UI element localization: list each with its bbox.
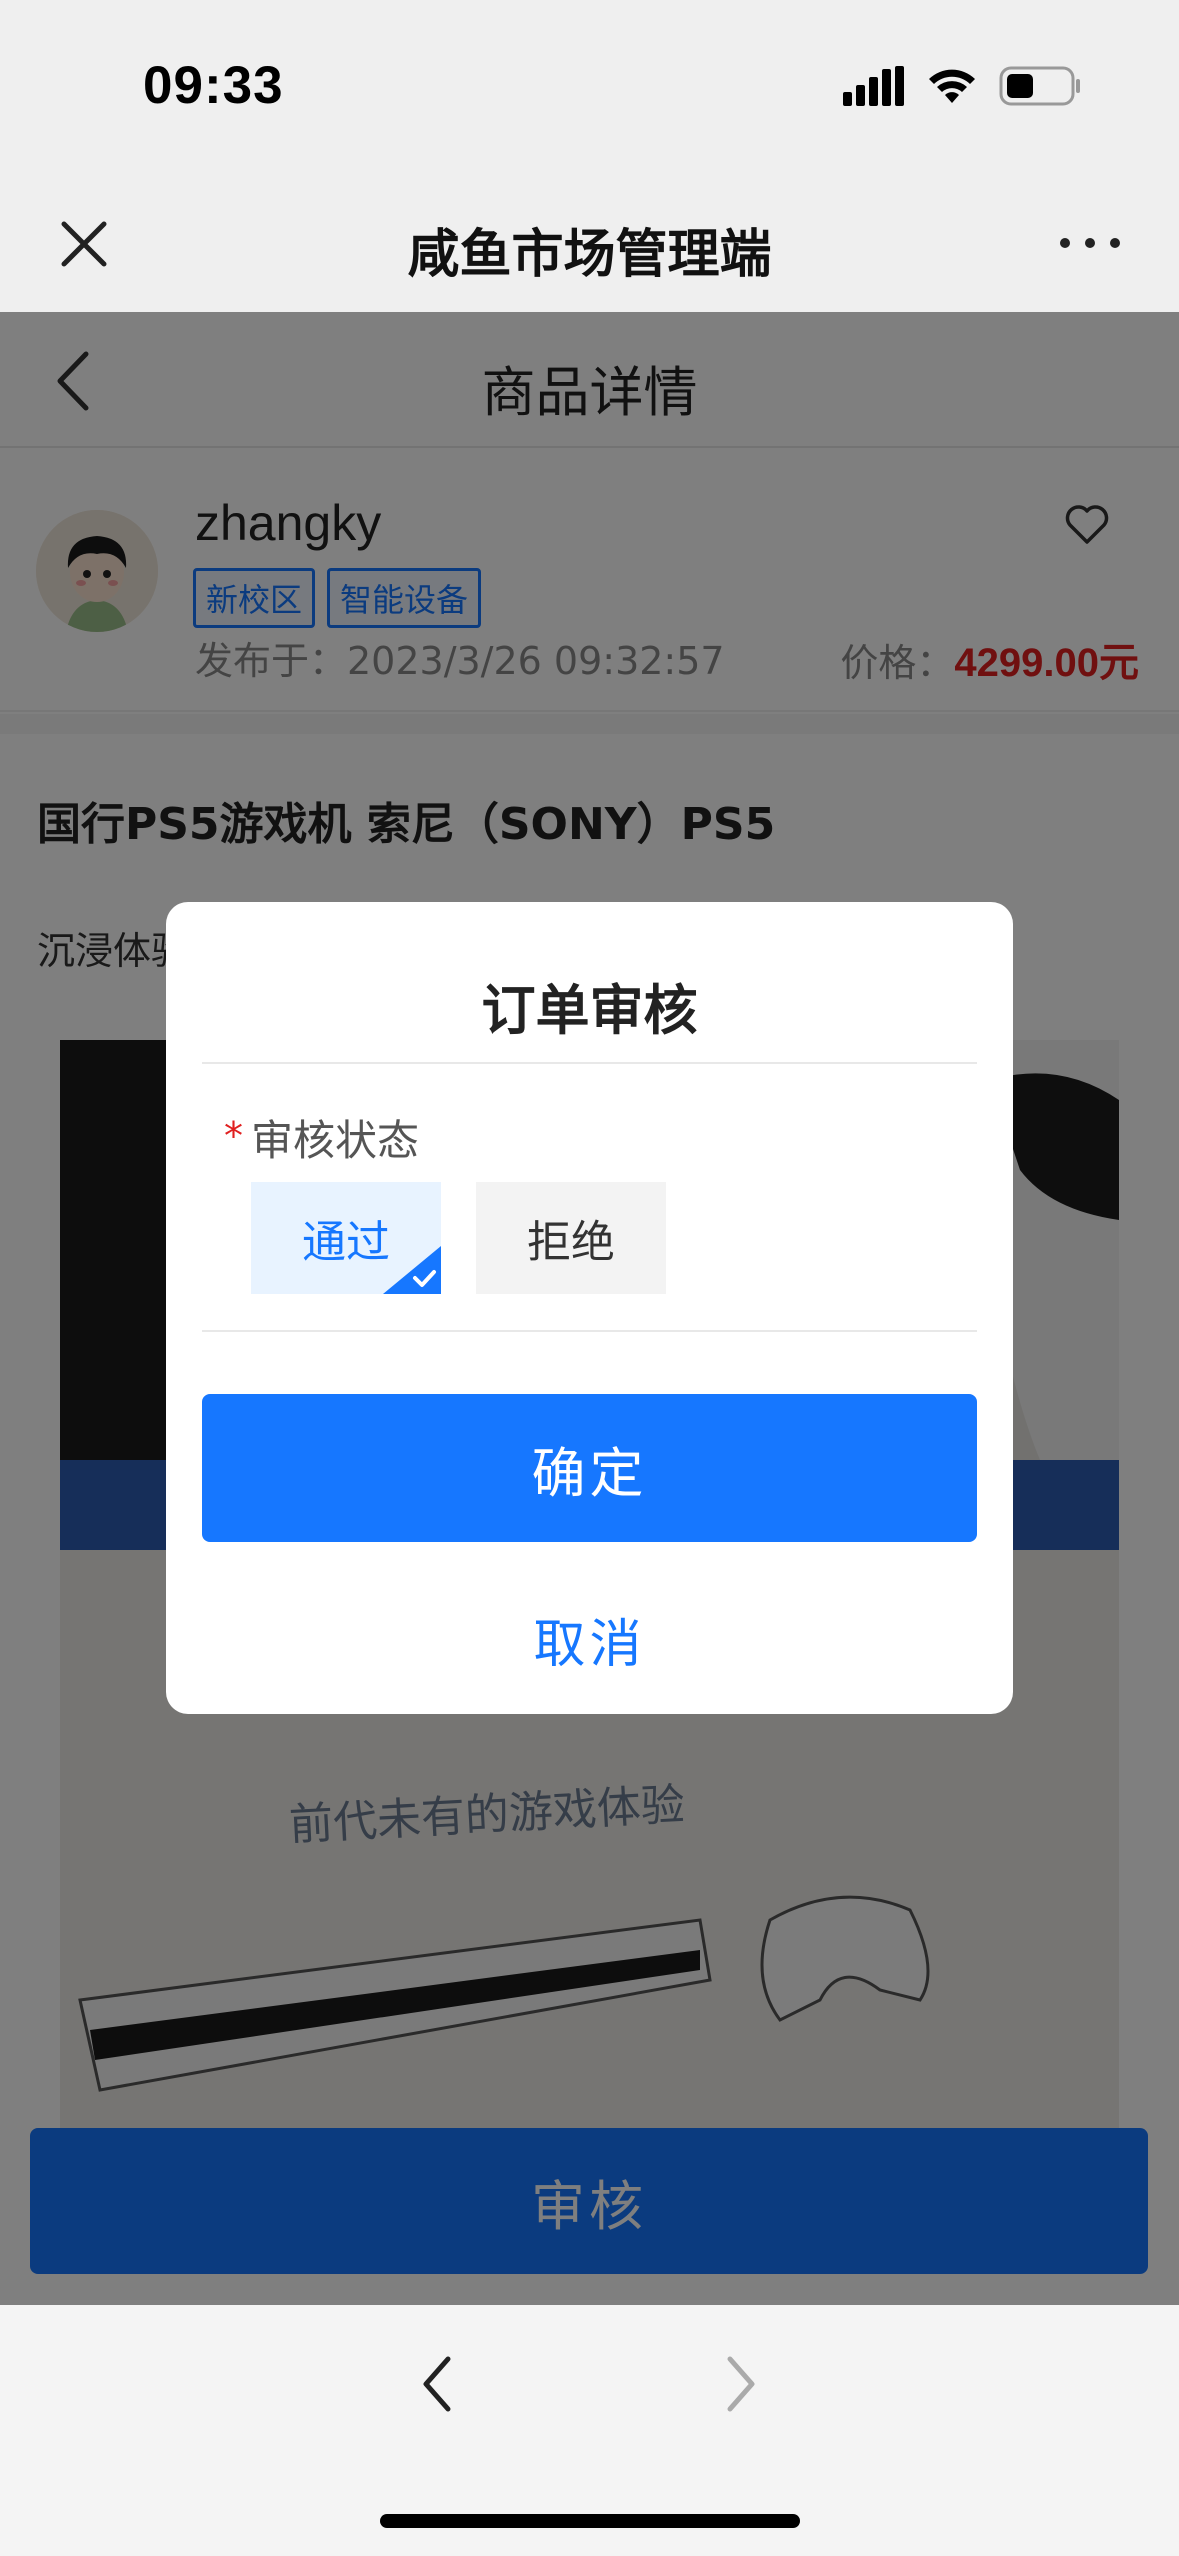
review-status-text: 审核状态 (251, 1116, 420, 1165)
app-header: 咸鱼市场管理端 (0, 172, 1179, 312)
option-approve-label: 通过 (302, 1217, 390, 1268)
browser-back-icon[interactable] (412, 2349, 462, 2419)
status-bar: 09:33 (0, 0, 1179, 172)
option-reject-label: 拒绝 (527, 1217, 615, 1268)
home-indicator (380, 2514, 800, 2528)
status-time: 09:33 (143, 56, 284, 115)
signal-icon (843, 66, 904, 106)
browser-forward-icon[interactable] (716, 2349, 766, 2419)
selected-check-icon (383, 1246, 441, 1294)
battery-icon (999, 66, 1080, 106)
order-review-dialog: 订单审核 * 审核状态 通过 拒绝 确定 取消 (166, 902, 1013, 1714)
option-approve[interactable]: 通过 (251, 1182, 441, 1294)
dialog-divider-top (202, 1062, 977, 1064)
option-reject[interactable]: 拒绝 (476, 1182, 666, 1294)
dialog-divider-bottom (202, 1330, 977, 1332)
confirm-button[interactable]: 确定 (202, 1394, 977, 1542)
cancel-button[interactable]: 取消 (166, 1602, 1013, 1677)
app-title: 咸鱼市场管理端 (407, 225, 772, 285)
dialog-title: 订单审核 (481, 979, 698, 1042)
status-icons (843, 66, 1081, 106)
required-mark: * (224, 1114, 243, 1158)
more-icon[interactable] (1055, 228, 1125, 258)
review-status-label: * 审核状态 (224, 1107, 419, 1168)
wifi-icon (929, 69, 975, 103)
